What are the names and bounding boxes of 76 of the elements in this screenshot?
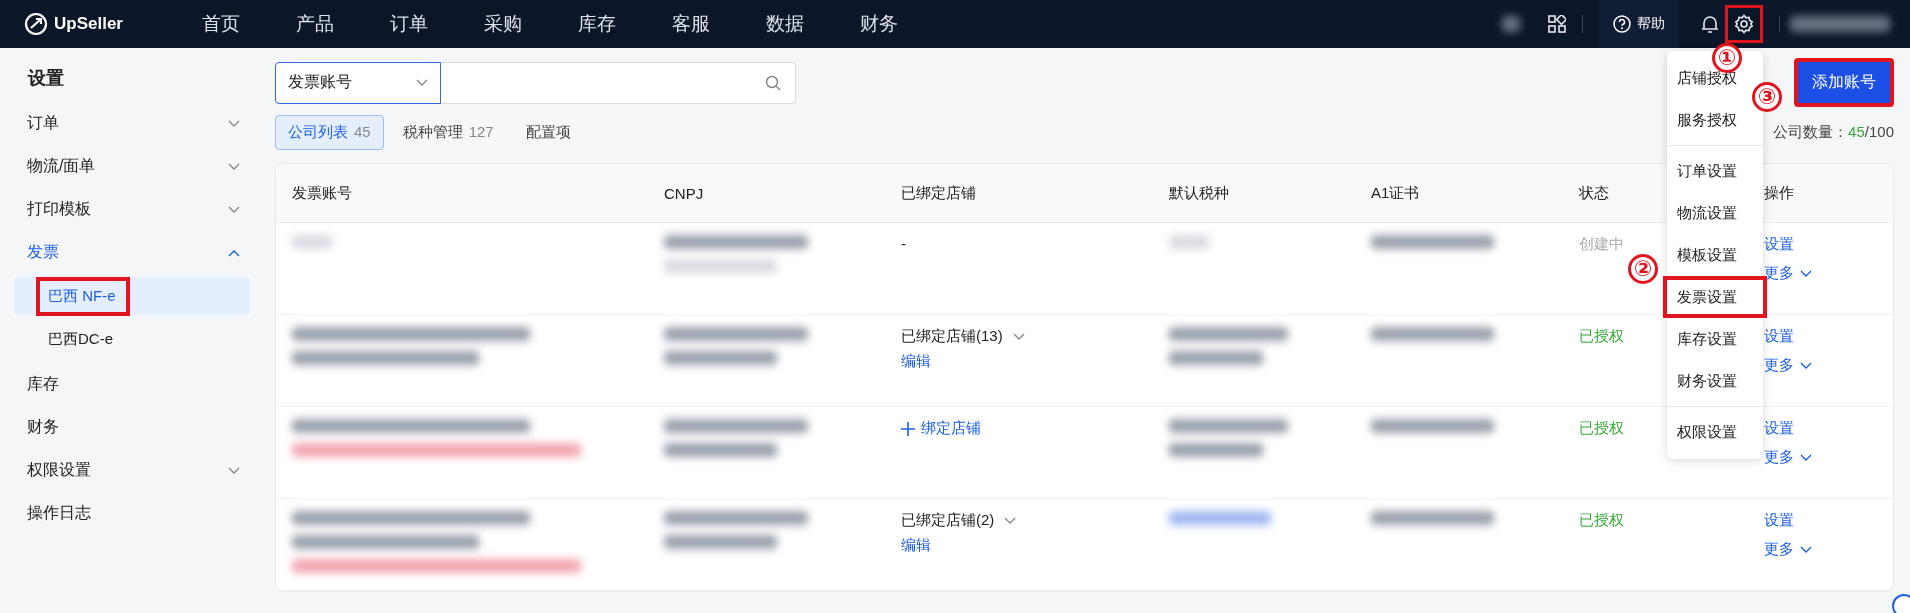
plus-icon	[901, 421, 915, 436]
sidebar-subitem[interactable]: 巴西 NF-e	[14, 277, 250, 315]
status-text: 创建中	[1579, 235, 1624, 254]
help-icon	[1613, 15, 1631, 33]
nav-item[interactable]: 客服	[644, 11, 738, 37]
tab[interactable]: 配置项	[512, 115, 584, 150]
settings-button[interactable]	[1725, 5, 1763, 43]
bound-stores: 已绑定店铺(2)	[901, 511, 995, 530]
redacted-text	[1169, 235, 1209, 249]
status-text: 已授权	[1579, 419, 1624, 438]
nav-item[interactable]: 数据	[738, 11, 832, 37]
chevron-down-icon	[228, 205, 240, 214]
sidebar-item[interactable]: 库存	[14, 363, 250, 406]
sidebar-item[interactable]: 订单	[14, 102, 250, 145]
action-link[interactable]: 设置	[1764, 511, 1794, 530]
status-text: 已授权	[1579, 327, 1624, 346]
chevron-down-icon	[1800, 269, 1812, 278]
chevron-down-icon	[416, 78, 428, 87]
redacted-icon	[1502, 16, 1520, 32]
menu-item[interactable]: 发票设置	[1663, 276, 1767, 318]
chevron-down-icon	[1004, 516, 1017, 525]
add-account-button[interactable]: 添加账号	[1794, 58, 1894, 107]
bell-icon[interactable]	[1701, 14, 1719, 34]
sidebar-title: 设置	[26, 67, 65, 90]
edit-link[interactable]: 编辑	[901, 536, 931, 555]
nav-item[interactable]: 产品	[268, 11, 362, 37]
column-header: 已绑定店铺	[885, 164, 1153, 223]
empty-value: -	[901, 235, 906, 252]
step-number: ③	[1752, 82, 1782, 112]
search-icon	[765, 74, 781, 91]
nav-item[interactable]: 订单	[362, 11, 456, 37]
column-header: 发票账号	[276, 164, 648, 223]
bound-stores: 已绑定店铺(13)	[901, 327, 1003, 346]
chevron-up-icon	[228, 248, 240, 257]
sidebar-item[interactable]: 财务	[14, 406, 250, 449]
help-button[interactable]: 帮助	[1599, 0, 1679, 48]
chevron-down-icon	[1012, 332, 1025, 341]
sidebar-item[interactable]: 权限设置	[14, 449, 250, 492]
tab[interactable]: 税种管理 127	[389, 115, 507, 150]
nav-item[interactable]: 采购	[456, 11, 550, 37]
nav-item[interactable]: 库存	[550, 11, 644, 37]
chevron-down-icon	[228, 466, 240, 475]
edit-link[interactable]: 编辑	[901, 352, 931, 371]
action-link[interactable]: 更多	[1764, 356, 1812, 375]
nav-item[interactable]: 首页	[174, 11, 268, 37]
column-header: A1证书	[1355, 164, 1563, 223]
logo-text: UpSeller	[54, 14, 123, 34]
sidebar-item[interactable]: 发票	[14, 231, 250, 274]
column-header: CNPJ	[648, 164, 885, 223]
action-link[interactable]: 更多	[1764, 540, 1812, 559]
company-count: 公司数量：45/100	[1773, 123, 1894, 142]
tab[interactable]: 公司列表 45	[275, 115, 384, 150]
settings-icon	[1734, 14, 1754, 34]
action-link[interactable]: 设置	[1764, 235, 1794, 254]
redacted-text	[292, 235, 332, 249]
chevron-down-icon	[228, 162, 240, 171]
column-header: 默认税种	[1153, 164, 1355, 223]
sidebar-subitem[interactable]: 巴西DC-e	[14, 320, 250, 358]
chevron-down-icon	[1800, 361, 1812, 370]
action-link[interactable]: 更多	[1764, 264, 1812, 283]
chevron-down-icon	[1800, 545, 1812, 554]
nav-item[interactable]: 财务	[832, 11, 926, 37]
chevron-down-icon	[1800, 453, 1812, 462]
logo-icon	[24, 12, 48, 36]
apps-icon[interactable]	[1548, 15, 1566, 33]
sidebar-item[interactable]: 物流/面单	[14, 145, 250, 188]
search-field[interactable]	[441, 61, 796, 104]
chevron-down-icon	[228, 119, 240, 128]
action-link[interactable]: 设置	[1764, 327, 1794, 346]
sidebar-item[interactable]: 操作日志	[14, 492, 250, 535]
status-text: 已授权	[1579, 511, 1624, 530]
action-link[interactable]: 设置	[1764, 419, 1794, 438]
bind-store-link[interactable]: 绑定店铺	[901, 419, 981, 438]
search-field-select[interactable]: 发票账号	[275, 61, 441, 104]
action-link[interactable]: 更多	[1764, 448, 1812, 467]
sidebar-item[interactable]: 打印模板	[14, 188, 250, 231]
